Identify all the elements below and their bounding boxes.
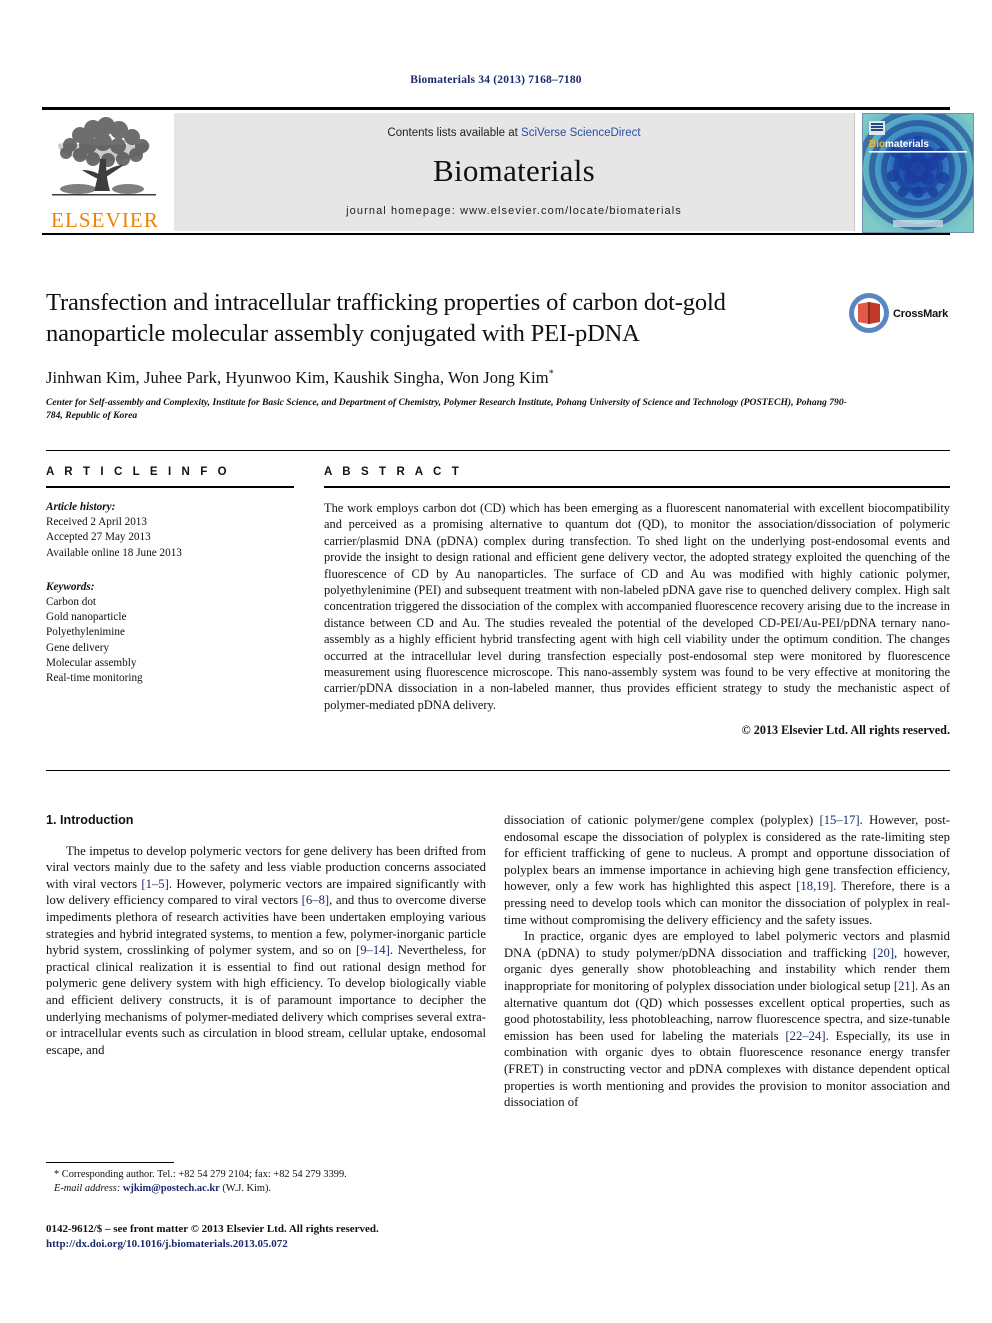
article-info-heading: A R T I C L E I N F O	[46, 466, 231, 478]
journal-band: Contents lists available at SciVerse Sci…	[174, 113, 855, 231]
article-page: Biomaterials 34 (2013) 7168–7180 ELSEVIE…	[0, 0, 992, 1323]
affiliation: Center for Self-assembly and Complexity,…	[46, 397, 847, 421]
abstract-text: The work employs carbon dot (CD) which h…	[324, 501, 950, 712]
article-info-section: A R T I C L E I N F O Article history: R…	[46, 466, 294, 686]
citation-link[interactable]: [21]	[894, 979, 915, 993]
journal-masthead: ELSEVIER Contents lists available at Sci…	[42, 107, 974, 235]
keyword-item: Carbon dot	[46, 596, 97, 609]
issn-line: 0142-9612/$ – see front matter © 2013 El…	[46, 1223, 379, 1235]
abstract-rule	[324, 486, 950, 488]
citation-link[interactable]: [22–24]	[785, 1029, 825, 1043]
elsevier-wordmark: ELSEVIER	[51, 208, 159, 232]
abstract-copyright: © 2013 Elsevier Ltd. All rights reserved…	[741, 723, 950, 738]
keyword-item: Gold nanoparticle	[46, 611, 127, 624]
journal-cover-thumbnail: Bio materials	[862, 113, 974, 233]
paragraph-text: dissociation of cationic polymer/gene co…	[504, 813, 820, 827]
email-link[interactable]: wjkim@postech.ac.kr	[123, 1183, 220, 1194]
history-item: Available online 18 June 2013	[46, 546, 182, 559]
journal-homepage[interactable]: journal homepage: www.elsevier.com/locat…	[174, 205, 854, 217]
paragraph-text: . Nevertheless, for practical clinical r…	[46, 943, 486, 1057]
article-info-rule	[46, 486, 294, 488]
citation-link[interactable]: [6–8]	[302, 893, 329, 907]
corresponding-author-marker: *	[548, 368, 554, 380]
running-head: Biomaterials 34 (2013) 7168–7180	[410, 74, 582, 86]
contents-prefix: Contents lists available at	[387, 127, 522, 139]
keywords-label: Keywords:	[46, 580, 95, 593]
history-item: Accepted 27 May 2013	[46, 531, 151, 544]
paragraph: In practice, organic dyes are employed t…	[504, 928, 950, 1111]
citation-link[interactable]: [18,19]	[796, 879, 833, 893]
citation-link[interactable]: [9–14]	[356, 943, 390, 957]
citation-link[interactable]: [20]	[873, 946, 894, 960]
footnote-rule	[46, 1162, 174, 1163]
body-column-right: dissociation of cationic polymer/gene co…	[504, 812, 950, 1111]
article-history: Article history: Received 2 April 2013 A…	[46, 500, 294, 561]
author-list: Jinhwan Kim, Juhee Park, Hyunwoo Kim, Ka…	[46, 368, 846, 388]
keyword-item: Polyethylenimine	[46, 626, 125, 639]
introduction-heading: 1. Introduction	[46, 813, 134, 827]
contents-available-line: Contents lists available at SciVerse Sci…	[174, 127, 854, 139]
colophon: 0142-9612/$ – see front matter © 2013 El…	[46, 1222, 546, 1252]
svg-text:materials: materials	[885, 139, 929, 150]
page-title: Transfection and intracellular trafficki…	[46, 289, 726, 347]
email-owner: (W.J. Kim).	[222, 1183, 272, 1194]
masthead-top-rule	[42, 107, 950, 110]
paragraph: The impetus to develop polymeric vectors…	[46, 843, 486, 1059]
info-top-rule	[46, 450, 950, 451]
elsevier-tree-icon	[48, 115, 160, 203]
abstract-section: A B S T R A C T The work employs carbon …	[324, 466, 950, 738]
elsevier-logo: ELSEVIER	[42, 113, 168, 233]
keyword-item: Molecular assembly	[46, 656, 137, 669]
citation-link[interactable]: [15–17]	[819, 813, 859, 827]
footnote-contact: * Corresponding author. Tel.: +82 54 279…	[54, 1169, 347, 1180]
footnote-email-line: E-mail address: wjkim@postech.ac.kr (W.J…	[46, 1182, 486, 1196]
citation-link[interactable]: [1–5]	[141, 877, 168, 891]
email-label: E-mail address:	[54, 1183, 121, 1194]
abstract-bottom-rule	[46, 770, 950, 771]
svg-text:Bio: Bio	[869, 139, 885, 150]
history-item: Received 2 April 2013	[46, 516, 147, 529]
sciencedirect-link[interactable]: SciVerse ScienceDirect	[521, 127, 641, 139]
keyword-item: Real-time monitoring	[46, 672, 143, 685]
author-names: Jinhwan Kim, Juhee Park, Hyunwoo Kim, Ka…	[46, 368, 549, 387]
title-block: Transfection and intracellular trafficki…	[46, 287, 836, 349]
body-column-left: 1. Introduction The impetus to develop p…	[46, 812, 486, 1058]
crossmark-label: CrossMark	[893, 308, 949, 320]
corresponding-author-footnote: * Corresponding author. Tel.: +82 54 279…	[46, 1162, 486, 1196]
crossmark-icon	[848, 292, 890, 334]
article-history-label: Article history:	[46, 501, 116, 513]
masthead-bottom-rule	[42, 233, 950, 235]
journal-title: Biomaterials	[432, 153, 595, 188]
keywords-list: Keywords: Carbon dot Gold nanoparticle P…	[46, 580, 294, 686]
abstract-heading: A B S T R A C T	[324, 466, 463, 478]
doi-link[interactable]: http://dx.doi.org/10.1016/j.biomaterials…	[46, 1237, 546, 1252]
paragraph: dissociation of cationic polymer/gene co…	[504, 812, 950, 928]
crossmark-badge-group[interactable]: CrossMark	[848, 292, 948, 338]
keyword-item: Gene delivery	[46, 641, 110, 654]
